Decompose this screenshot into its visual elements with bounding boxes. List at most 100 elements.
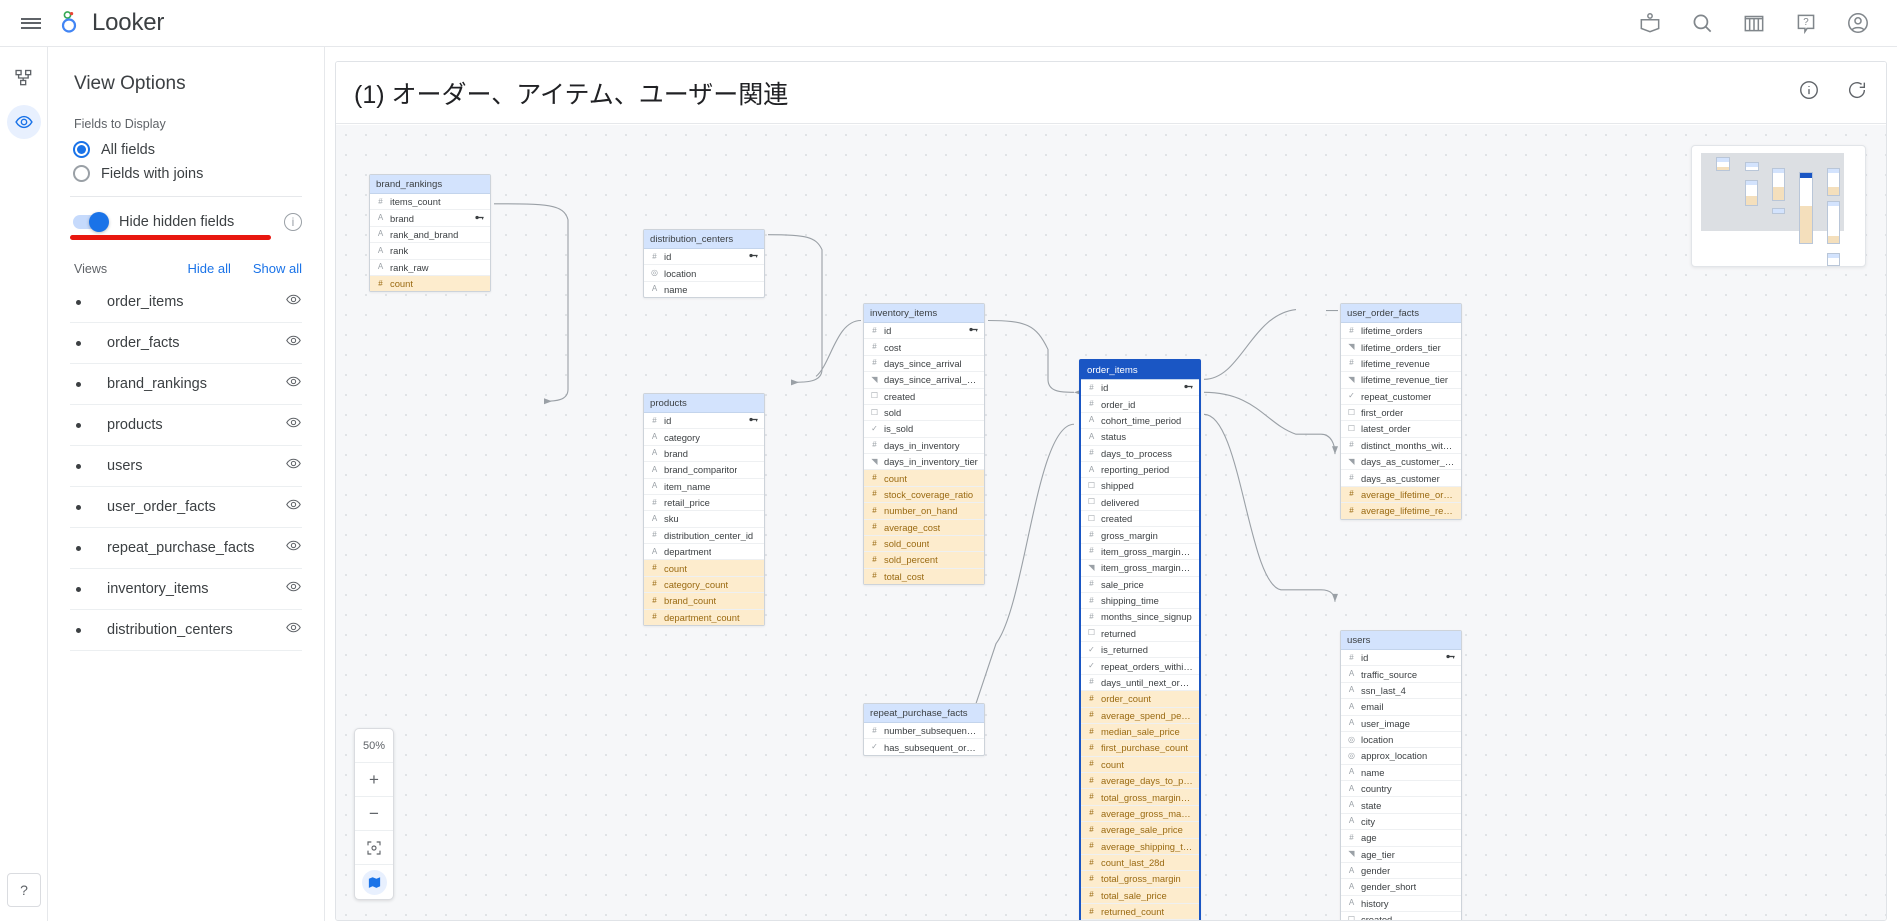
visibility-eye-icon[interactable] <box>285 619 302 641</box>
erd-field-row[interactable]: # lifetime_revenue <box>1341 356 1461 373</box>
help-icon[interactable]: ? <box>1793 10 1819 36</box>
erd-field-row[interactable]: Abrand <box>370 210 490 227</box>
help-rail-button[interactable]: ? <box>7 873 41 907</box>
erd-field-row[interactable]: # average_lifetime_orders <box>1341 486 1461 504</box>
erd-field-row[interactable]: # count_last_28d <box>1081 854 1199 872</box>
erd-field-row[interactable]: ☐ delivered <box>1081 495 1199 511</box>
show-all-link[interactable]: Show all <box>253 261 302 276</box>
erd-field-row[interactable]: # shipping_time <box>1081 593 1199 610</box>
erd-field-row[interactable]: Arank <box>370 243 490 260</box>
erd-table-user_order_facts[interactable]: user_order_facts # lifetime_orders ◥ lifetim… <box>1340 303 1462 520</box>
view-item-products[interactable]: products <box>70 405 302 446</box>
erd-field-row[interactable]: Arank_and_brand <box>370 227 490 244</box>
erd-field-row[interactable]: Agender_short <box>1341 879 1461 896</box>
view-item-brand_rankings[interactable]: brand_rankings <box>70 364 302 405</box>
minimap-toggle-button[interactable] <box>355 865 393 899</box>
erd-field-row[interactable]: Asku <box>644 511 764 528</box>
erd-field-row[interactable]: Acategory <box>644 429 764 446</box>
erd-field-row[interactable]: # average_spend_per_user <box>1081 707 1199 724</box>
erd-field-row[interactable]: Arank_raw <box>370 260 490 276</box>
erd-field-row[interactable]: Abrand_comparitor <box>644 462 764 479</box>
erd-field-row[interactable]: ☐ first_order <box>1341 405 1461 422</box>
erd-field-row[interactable]: Aitem_name <box>644 479 764 495</box>
view-eye-icon[interactable] <box>6 105 41 139</box>
erd-field-row[interactable]: # sold_percent <box>864 552 984 569</box>
erd-field-row[interactable]: # id <box>864 323 984 340</box>
erd-field-row[interactable]: Aemail <box>1341 699 1461 716</box>
erd-field-row[interactable]: ✓ is_returned <box>1081 642 1199 659</box>
hamburger-icon[interactable] <box>14 6 48 40</box>
erd-field-row[interactable]: ◥ lifetime_revenue_tier <box>1341 372 1461 389</box>
erd-field-row[interactable]: ☐ created <box>1341 912 1461 920</box>
erd-field-row[interactable]: Acountry <box>1341 781 1461 798</box>
info-icon[interactable]: i <box>284 213 302 231</box>
erd-field-row[interactable]: ☐ created <box>864 389 984 405</box>
erd-field-row[interactable]: # average_lifetime_revenu... <box>1341 503 1461 519</box>
erd-field-row[interactable]: Atraffic_source <box>1341 666 1461 683</box>
erd-field-row[interactable]: # count <box>370 275 490 292</box>
erd-field-row[interactable]: Aname <box>644 282 764 297</box>
erd-field-row[interactable]: # retail_price <box>644 495 764 512</box>
erd-field-row[interactable]: # gross_margin <box>1081 527 1199 544</box>
visibility-eye-icon[interactable] <box>285 373 302 395</box>
erd-field-row[interactable]: # days_since_arrival <box>864 356 984 373</box>
zoom-in-button[interactable]: + <box>355 763 393 797</box>
search-icon[interactable] <box>1689 10 1715 36</box>
erd-table-repeat_purchase_facts[interactable]: repeat_purchase_facts # number_subsequent_… <box>863 703 985 756</box>
erd-field-row[interactable]: ☐ latest_order <box>1341 421 1461 438</box>
erd-field-row[interactable]: # order_count <box>1081 691 1199 708</box>
erd-field-row[interactable]: # id <box>644 249 764 266</box>
erd-field-row[interactable]: Acity <box>1341 814 1461 831</box>
erd-field-row[interactable]: ◎ approx_location <box>1341 748 1461 765</box>
view-item-order_facts[interactable]: order_facts <box>70 323 302 364</box>
erd-field-row[interactable]: # average_days_to_process <box>1081 773 1199 790</box>
erd-field-row[interactable]: # months_since_signup <box>1081 609 1199 626</box>
erd-table-brand_rankings[interactable]: brand_rankings # items_count Abrand Arank_an… <box>369 174 491 293</box>
erd-field-row[interactable]: ✓ repeat_orders_within_30... <box>1081 658 1199 675</box>
erd-table-users[interactable]: users # id Atraffic_source Assn_last_4 Aemail… <box>1340 630 1462 920</box>
erd-field-row[interactable]: ☐ shipped <box>1081 478 1199 495</box>
erd-field-row[interactable]: # days_as_customer <box>1341 470 1461 487</box>
refresh-icon[interactable] <box>1846 79 1868 106</box>
erd-canvas[interactable]: brand_rankings # items_count Abrand Arank_an… <box>336 125 1886 920</box>
erd-field-row[interactable]: ✓ is_sold <box>864 421 984 438</box>
fit-to-screen-icon[interactable] <box>355 831 393 865</box>
erd-field-row[interactable]: # returned_count <box>1081 904 1199 920</box>
visibility-eye-icon[interactable] <box>285 578 302 600</box>
erd-field-row[interactable]: ◥ days_in_inventory_tier <box>864 454 984 471</box>
erd-field-row[interactable]: # total_sale_price <box>1081 887 1199 904</box>
erd-field-row[interactable]: ✓ has_subsequent_order <box>864 739 984 754</box>
visibility-eye-icon[interactable] <box>285 496 302 518</box>
erd-field-row[interactable]: # items_count <box>370 194 490 211</box>
view-item-user_order_facts[interactable]: user_order_facts <box>70 487 302 528</box>
info-icon[interactable] <box>1798 79 1820 106</box>
zoom-out-button[interactable]: − <box>355 797 393 831</box>
view-item-distribution_centers[interactable]: distribution_centers <box>70 610 302 651</box>
erd-field-row[interactable]: Agender <box>1341 863 1461 880</box>
erd-field-row[interactable]: # department_count <box>644 609 764 625</box>
erd-field-row[interactable]: ☐ sold <box>864 405 984 422</box>
erd-field-row[interactable]: ☐ created <box>1081 511 1199 528</box>
erd-table-order_items[interactable]: order_items # id # order_id Acohort_time_peri… <box>1079 359 1201 920</box>
erd-field-row[interactable]: ◥ lifetime_orders_tier <box>1341 339 1461 356</box>
erd-table-distribution_centers[interactable]: distribution_centers # id ◎ location Aname <box>643 229 765 299</box>
erd-field-row[interactable]: # total_gross_margin_perc... <box>1081 789 1199 806</box>
visibility-eye-icon[interactable] <box>285 537 302 559</box>
erd-field-row[interactable]: # sold_count <box>864 535 984 553</box>
erd-field-row[interactable]: # number_subsequent_order... <box>864 723 984 740</box>
erd-field-row[interactable]: ◥ item_gross_margin_perce... <box>1081 560 1199 577</box>
erd-field-row[interactable]: # first_purchase_count <box>1081 740 1199 757</box>
erd-table-inventory_items[interactable]: inventory_items # id # cost # days_since_arriv… <box>863 303 985 585</box>
visibility-eye-icon[interactable] <box>285 332 302 354</box>
erd-field-row[interactable]: # days_until_next_order <box>1081 675 1199 692</box>
hide-hidden-fields-toggle[interactable] <box>73 212 109 232</box>
erd-field-row[interactable]: # average_sale_price <box>1081 822 1199 839</box>
visibility-eye-icon[interactable] <box>285 291 302 313</box>
erd-field-row[interactable]: # stock_coverage_ratio <box>864 486 984 504</box>
erd-field-row[interactable]: # order_id <box>1081 396 1199 413</box>
view-item-repeat_purchase_facts[interactable]: repeat_purchase_facts <box>70 528 302 569</box>
erd-field-row[interactable]: Areporting_period <box>1081 462 1199 479</box>
erd-field-row[interactable]: # number_on_hand <box>864 503 984 520</box>
erd-field-row[interactable]: ◥ days_as_customer_tiered <box>1341 454 1461 471</box>
erd-field-row[interactable]: # distinct_months_with_or... <box>1341 438 1461 454</box>
